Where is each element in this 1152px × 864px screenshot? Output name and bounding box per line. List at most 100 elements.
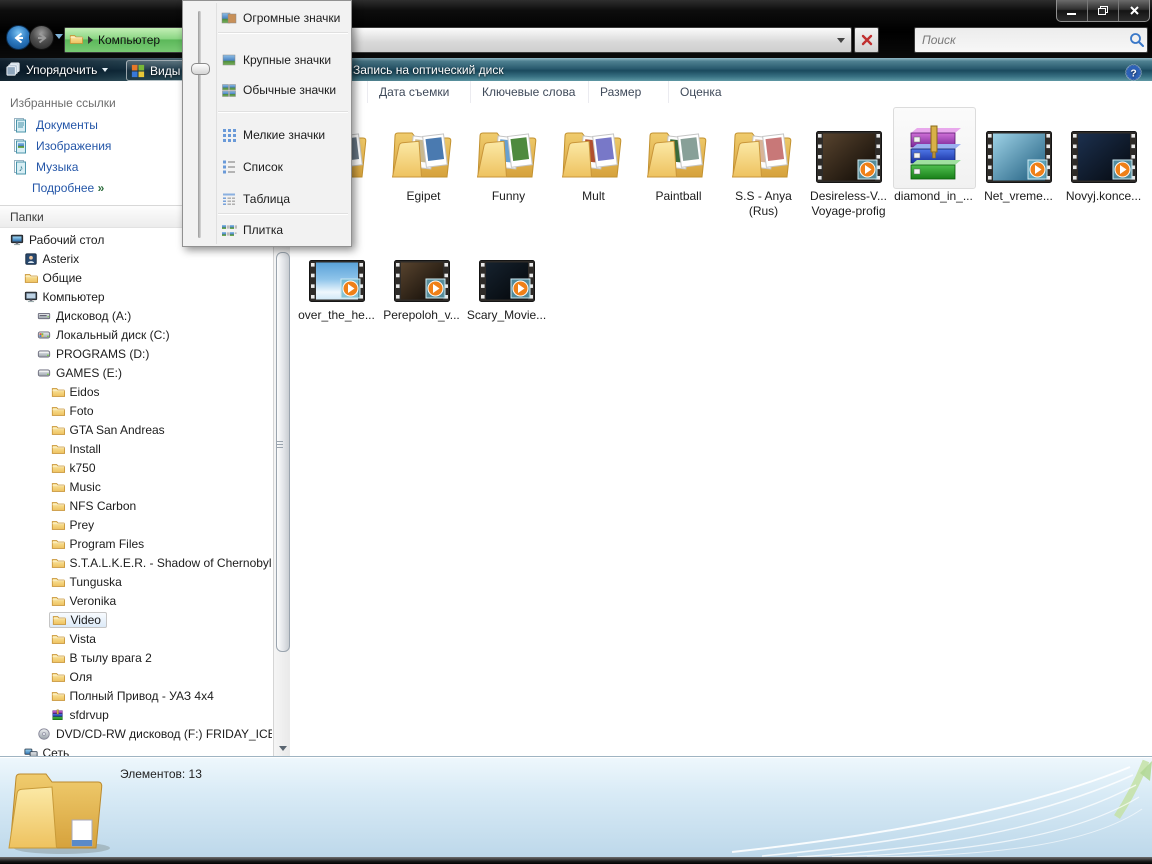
- views-menu-item-1[interactable]: Огромные значки: [217, 8, 350, 28]
- column-header-4[interactable]: Оценка: [668, 81, 768, 103]
- recent-pages-dropdown[interactable]: [55, 34, 63, 39]
- file-item[interactable]: Net_vreme...: [976, 108, 1061, 204]
- file-item[interactable]: Scary_Movie...: [464, 253, 549, 323]
- tree-item[interactable]: Оля: [0, 667, 272, 686]
- organize-button[interactable]: Упорядочить: [6, 58, 108, 81]
- window-titlebar: Компьютер: [0, 0, 1152, 58]
- tree-item[interactable]: Prey: [0, 515, 272, 534]
- tree-item[interactable]: Полный Привод - УАЗ 4x4: [0, 686, 272, 705]
- file-item[interactable]: Novyj.konce...: [1061, 108, 1146, 204]
- down-arrow-icon: [279, 746, 287, 751]
- views-menu-item-2[interactable]: Крупные значки: [217, 50, 350, 70]
- tree-item[interactable]: Install: [0, 439, 272, 458]
- search-box[interactable]: [914, 27, 1148, 53]
- tree-item[interactable]: Дисковод (A:): [0, 306, 272, 325]
- file-item[interactable]: Desireless-V... Voyage-profig: [806, 108, 891, 219]
- column-header-2[interactable]: Ключевые слова: [470, 81, 588, 103]
- tree-item-selected[interactable]: Video: [49, 612, 107, 628]
- close-icon: [1129, 5, 1140, 16]
- folder-photo-icon: [477, 125, 541, 183]
- breadcrumb-item-computer[interactable]: Компьютер: [98, 33, 160, 47]
- file-icon-box[interactable]: [464, 253, 549, 305]
- views-slider-track[interactable]: [198, 11, 201, 238]
- file-icon-box[interactable]: [551, 108, 636, 186]
- file-item[interactable]: Mult: [551, 108, 636, 204]
- tree-item[interactable]: S.T.A.L.K.E.R. - Shadow of Chernobyl N: [0, 553, 272, 572]
- tree-item[interactable]: Video: [0, 610, 272, 629]
- tree-item[interactable]: Foto: [0, 401, 272, 420]
- file-item[interactable]: over_the_he...: [294, 253, 379, 323]
- scrollbar-down-button[interactable]: [274, 740, 291, 756]
- views-menu-item-6[interactable]: Таблица: [217, 189, 350, 209]
- tree-item-label: Компьютер: [43, 290, 105, 304]
- column-header-1[interactable]: Дата съемки: [367, 81, 470, 103]
- tree-item[interactable]: PROGRAMS (D:): [0, 344, 272, 363]
- restore-icon: [1097, 5, 1109, 16]
- tree-item[interactable]: GTA San Andreas: [0, 420, 272, 439]
- file-icon-box[interactable]: [381, 108, 466, 186]
- file-icon-box[interactable]: [721, 108, 806, 186]
- file-item[interactable]: Perepoloh_v...: [379, 253, 464, 323]
- menu-separator: [218, 32, 348, 34]
- tree-item-label: GTA San Andreas: [70, 423, 165, 437]
- views-menu-item-5[interactable]: Список: [217, 157, 350, 177]
- file-icon-box[interactable]: [976, 108, 1061, 186]
- restore-button[interactable]: [1088, 0, 1119, 21]
- tree-item[interactable]: Eidos: [0, 382, 272, 401]
- stop-button[interactable]: [854, 27, 879, 53]
- search-input[interactable]: [915, 33, 1127, 47]
- tree-item[interactable]: k750: [0, 458, 272, 477]
- tree-item[interactable]: В тылу врага 2: [0, 648, 272, 667]
- file-icon-box[interactable]: [466, 108, 551, 186]
- help-icon: ?: [1125, 64, 1142, 81]
- views-menu-item-7[interactable]: Плитка: [217, 220, 350, 240]
- file-item[interactable]: Funny: [466, 108, 551, 204]
- folder-icon: [51, 594, 65, 608]
- search-icon[interactable]: [1127, 30, 1147, 50]
- file-icon-box[interactable]: [891, 108, 976, 186]
- tree-item[interactable]: Vista: [0, 629, 272, 648]
- file-icon-box[interactable]: [294, 253, 379, 305]
- file-label: Net_vreme...: [976, 189, 1061, 204]
- file-label: Mult: [551, 189, 636, 204]
- tree-item[interactable]: sfdrvup: [0, 705, 272, 724]
- tree-item[interactable]: Сеть: [0, 743, 272, 757]
- navigation-bar: Компьютер: [0, 24, 1152, 54]
- tree-item[interactable]: Music: [0, 477, 272, 496]
- scrollbar-thumb[interactable]: [276, 252, 290, 652]
- tree-item[interactable]: Локальный диск (C:): [0, 325, 272, 344]
- tree-item[interactable]: Program Files: [0, 534, 272, 553]
- file-item[interactable]: S.S - Anya (Rus): [721, 108, 806, 219]
- file-icon-box[interactable]: [1061, 108, 1146, 186]
- folder-icon: [51, 404, 65, 418]
- tree-item[interactable]: GAMES (E:): [0, 363, 272, 382]
- tree-item[interactable]: Компьютер: [0, 287, 272, 306]
- file-item[interactable]: diamond_in_...: [891, 108, 976, 204]
- column-header-3[interactable]: Размер: [588, 81, 668, 103]
- minimize-button[interactable]: [1057, 0, 1088, 21]
- file-icon-box[interactable]: [806, 108, 891, 186]
- file-icon-box[interactable]: [636, 108, 721, 186]
- tree-scrollbar[interactable]: [273, 247, 290, 757]
- views-menu-item-4[interactable]: Мелкие значки: [217, 125, 350, 145]
- tree-item[interactable]: NFS Carbon: [0, 496, 272, 515]
- tree-item[interactable]: Asterix: [0, 249, 272, 268]
- close-button[interactable]: [1119, 0, 1149, 21]
- views-menu-item-3[interactable]: Обычные значки: [217, 80, 350, 100]
- back-button[interactable]: [6, 25, 31, 50]
- tree-item[interactable]: Tunguska: [0, 572, 272, 591]
- breadcrumb[interactable]: Компьютер: [69, 28, 160, 52]
- folder-tree: Рабочий столAsterixОбщиеКомпьютерДисково…: [0, 230, 272, 757]
- forward-button[interactable]: [29, 25, 54, 50]
- address-dropdown-icon[interactable]: [837, 38, 845, 43]
- views-slider-thumb[interactable]: [191, 63, 210, 75]
- file-item[interactable]: Paintball: [636, 108, 721, 204]
- burn-disc-button[interactable]: Запись на оптический диск: [353, 58, 504, 81]
- tree-item[interactable]: DVD/CD-RW дисковод (F:) FRIDAY_ICE_: [0, 724, 272, 743]
- tree-item-label: Install: [70, 442, 101, 456]
- file-icon-box[interactable]: [379, 253, 464, 305]
- file-item[interactable]: Egipet: [381, 108, 466, 204]
- tree-item[interactable]: Veronika: [0, 591, 272, 610]
- tree-item[interactable]: Общие: [0, 268, 272, 287]
- favorites-more-link[interactable]: Подробнее »: [32, 181, 103, 195]
